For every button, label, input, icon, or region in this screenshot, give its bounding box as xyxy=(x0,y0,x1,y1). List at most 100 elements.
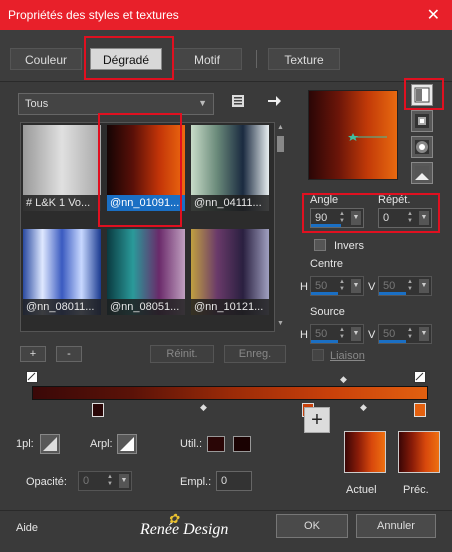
opacity-input[interactable]: 0 ▲ ▼ ▼ xyxy=(78,471,132,491)
midpoint-label: Arpl: xyxy=(90,438,113,450)
stop-color-swatch[interactable] xyxy=(207,436,225,452)
tab-pattern[interactable]: Motif xyxy=(172,48,242,70)
source-v-input[interactable]: 50 ▲ ▼ ▼ xyxy=(378,324,432,344)
swatch-caption: @nn_08051... xyxy=(107,299,185,315)
source-h-input[interactable]: 50 ▲ ▼ ▼ xyxy=(310,324,364,344)
gradient-swatch[interactable]: @nn_04111... xyxy=(191,125,269,211)
chevron-down-icon[interactable]: ▼ xyxy=(419,327,429,341)
spin-arrows-icon[interactable]: ▲ ▼ xyxy=(339,211,349,225)
reset-button[interactable]: Réinit. xyxy=(150,345,214,363)
source-h-value: 50 xyxy=(315,328,328,340)
opacity-midpoint-diamond[interactable]: ◆ xyxy=(340,374,347,385)
corner-icon xyxy=(43,437,57,451)
center-h-label: H xyxy=(300,281,308,293)
gradient-editor-bar[interactable] xyxy=(32,386,428,400)
source-v-value: 50 xyxy=(383,328,396,340)
color-stop[interactable] xyxy=(92,403,104,417)
source-v-slider-bar[interactable] xyxy=(379,340,406,343)
add-gradient-button[interactable]: + xyxy=(20,346,46,362)
flower-icon: ✿ xyxy=(168,511,179,526)
logo-text: Renée Design xyxy=(140,521,229,538)
position-button[interactable] xyxy=(40,434,60,454)
stop-color-swatch-alt[interactable] xyxy=(233,436,251,452)
spin-arrows-icon[interactable]: ▲ ▼ xyxy=(407,279,417,293)
close-icon[interactable]: ✕ xyxy=(427,5,440,25)
title-bar: Propriétés des styles et textures ✕ xyxy=(0,0,452,30)
repeat-input[interactable]: 0 ▲ ▼ ▼ xyxy=(378,208,432,228)
radial-gradient-icon xyxy=(415,166,429,180)
gradient-direction-handle[interactable] xyxy=(309,91,399,181)
position-label: 1pl: xyxy=(16,438,34,450)
location-input[interactable]: 0 xyxy=(216,471,252,491)
save-button[interactable]: Enreg. xyxy=(224,345,286,363)
gradient-swatch[interactable]: @nn_08011... xyxy=(23,229,101,315)
color-midpoint-diamond[interactable]: ◆ xyxy=(360,402,367,413)
gradient-swatch[interactable]: @nn_10121... xyxy=(191,229,269,315)
library-icon[interactable] xyxy=(230,93,246,112)
previous-swatch[interactable] xyxy=(398,431,440,473)
center-h-slider-bar[interactable] xyxy=(311,292,338,295)
use-label: Util.: xyxy=(180,438,202,450)
sunburst-gradient-icon xyxy=(415,140,429,154)
color-stop[interactable] xyxy=(414,403,426,417)
chevron-down-icon[interactable]: ▼ xyxy=(351,327,361,341)
source-v-label: V xyxy=(368,329,376,341)
tab-gradient[interactable]: Dégradé xyxy=(90,48,162,70)
swatch-caption: # L&K 1 Vo... xyxy=(23,195,101,211)
current-swatch[interactable] xyxy=(344,431,386,473)
link-checkbox[interactable] xyxy=(312,349,324,361)
corner-icon xyxy=(120,437,134,451)
chevron-down-icon[interactable]: ▼ xyxy=(351,279,361,293)
opacity-label: Opacité: xyxy=(26,476,67,488)
gradient-swatch[interactable]: @nn_08051... xyxy=(107,229,185,315)
center-v-slider-bar[interactable] xyxy=(379,292,406,295)
scroll-up-icon[interactable]: ▲ xyxy=(277,124,284,131)
chevron-down-icon[interactable]: ▼ xyxy=(351,211,361,225)
center-h-input[interactable]: 50 ▲ ▼ ▼ xyxy=(310,276,364,296)
previous-label: Préc. xyxy=(403,484,429,496)
gradient-preview[interactable] xyxy=(308,90,398,180)
chevron-down-icon[interactable]: ▼ xyxy=(419,211,429,225)
gradient-swatch-selected[interactable]: @nn_01091... xyxy=(107,125,185,211)
tab-texture[interactable]: Texture xyxy=(268,48,340,70)
invert-checkbox[interactable] xyxy=(314,239,326,251)
location-label: Empl.: xyxy=(180,476,212,488)
rectangular-type-button[interactable] xyxy=(411,110,433,132)
center-v-label: V xyxy=(368,281,376,293)
angle-input[interactable]: 90 ▲ ▼ ▼ xyxy=(310,208,364,228)
color-midpoint-diamond[interactable]: ◆ xyxy=(200,402,207,413)
opacity-stop-left[interactable] xyxy=(26,371,38,387)
center-v-value: 50 xyxy=(383,280,396,292)
add-to-swatches-button[interactable]: + xyxy=(304,407,330,433)
center-h-value: 50 xyxy=(315,280,328,292)
gradient-swatch[interactable]: # L&K 1 Vo... xyxy=(23,125,101,211)
help-link[interactable]: Aide xyxy=(16,522,38,534)
spin-arrows-icon[interactable]: ▲ ▼ xyxy=(339,327,349,341)
sunburst-type-button[interactable] xyxy=(411,136,433,158)
midpoint-button[interactable] xyxy=(117,434,137,454)
scroll-down-icon[interactable]: ▼ xyxy=(277,320,284,327)
spin-arrows-icon[interactable]: ▲ ▼ xyxy=(339,279,349,293)
tab-bar: Couleur Dégradé Motif Texture xyxy=(0,30,452,82)
spin-arrows-icon[interactable]: ▲ ▼ xyxy=(407,327,417,341)
scroll-thumb[interactable] xyxy=(277,136,284,152)
ok-button[interactable]: OK xyxy=(276,514,348,538)
spin-arrows-icon[interactable]: ▲ ▼ xyxy=(107,474,117,488)
chevron-down-icon[interactable]: ▼ xyxy=(419,279,429,293)
cancel-button[interactable]: Annuler xyxy=(356,514,436,538)
gradient-list-scrollbar[interactable]: ▲ ▼ xyxy=(274,122,286,332)
arrow-right-icon[interactable] xyxy=(266,93,282,112)
spin-arrows-icon[interactable]: ▲ ▼ xyxy=(407,211,417,225)
chevron-down-icon[interactable]: ▼ xyxy=(119,474,129,488)
radial-type-button[interactable] xyxy=(411,162,433,184)
remove-gradient-button[interactable]: - xyxy=(56,346,82,362)
center-v-input[interactable]: 50 ▲ ▼ ▼ xyxy=(378,276,432,296)
angle-slider-bar[interactable] xyxy=(311,224,341,227)
source-h-slider-bar[interactable] xyxy=(311,340,338,343)
repeat-value: 0 xyxy=(383,212,390,224)
linear-type-button[interactable] xyxy=(411,84,433,106)
category-select[interactable]: Tous ▼ xyxy=(18,93,214,115)
tab-color[interactable]: Couleur xyxy=(10,48,82,70)
tab-divider xyxy=(256,50,257,68)
opacity-stop-right[interactable] xyxy=(414,371,426,387)
